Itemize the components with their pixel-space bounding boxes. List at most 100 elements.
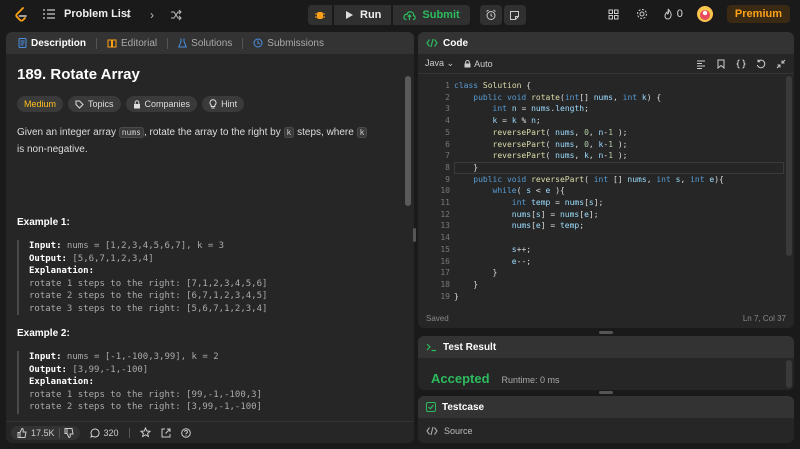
horizontal-resize-handle[interactable] <box>599 391 613 394</box>
lightbulb-icon <box>209 99 217 109</box>
testcase-panel: Testcase Source <box>418 396 794 443</box>
description-footer: 17.5K 320 <box>6 421 414 443</box>
save-status: Saved <box>426 313 449 323</box>
book-icon <box>107 39 117 47</box>
hint-tag[interactable]: Hint <box>202 96 245 112</box>
comment-icon <box>89 427 100 438</box>
notes-button[interactable] <box>503 5 526 25</box>
problem-tags: Medium Topics Companies Hint <box>17 96 245 112</box>
user-avatar[interactable] <box>696 6 713 22</box>
like-dislike-group: 17.5K <box>11 425 80 440</box>
example-1-title: Example 1: <box>17 217 70 228</box>
lock-icon <box>464 59 471 67</box>
terminal-check-icon <box>426 343 436 352</box>
thumbs-up-icon[interactable] <box>17 427 27 438</box>
streak-counter[interactable]: 0 <box>663 8 683 20</box>
like-count: 17.5K <box>31 427 55 438</box>
comments-button[interactable]: 320 <box>89 427 119 438</box>
prev-problem-icon[interactable]: ‹ <box>122 8 134 22</box>
flask-icon <box>178 38 188 48</box>
explanation-line: rotate 3 steps to the right: [5,6,7,1,2,… <box>29 303 268 314</box>
line-numbers: 1 2 3 4 5 6 7 8 9 10 11 12 13 14 15 16 1… <box>440 81 450 301</box>
checkbox-icon <box>426 402 436 412</box>
result-runtime: Runtime: 0 ms <box>501 375 560 385</box>
code-text[interactable]: class Solution { public void rotate(int[… <box>454 80 724 302</box>
layout-grid-icon[interactable] <box>607 7 621 21</box>
testcase-header[interactable]: Testcase <box>418 396 794 418</box>
reset-icon[interactable] <box>756 59 766 69</box>
fire-icon <box>664 8 672 20</box>
lock-icon <box>133 99 140 108</box>
problem-description: Given an integer array nums, rotate the … <box>17 124 377 158</box>
problem-content: 189. Rotate Array Medium Topics Companie… <box>17 66 402 414</box>
editor-scrollbar[interactable] <box>786 76 792 256</box>
source-tab[interactable]: Source <box>426 426 473 436</box>
code-panel-header: Code <box>418 32 794 54</box>
example-2-title: Example 2: <box>17 328 70 339</box>
bug-icon <box>315 12 325 19</box>
code-brackets-icon <box>426 426 438 436</box>
explanation-line: rotate 1 steps to the right: [7,1,2,3,4,… <box>29 278 268 289</box>
star-icon[interactable] <box>139 427 151 438</box>
share-icon[interactable] <box>161 428 171 438</box>
code-brackets-icon <box>426 38 438 48</box>
example-1-block: Input: nums = [1,2,3,4,5,6,7], k = 3 Out… <box>17 240 397 315</box>
format-icon[interactable] <box>696 59 706 69</box>
explanation-line: rotate 1 steps to the right: [99,-1,-100… <box>29 389 262 400</box>
companies-tag[interactable]: Companies <box>125 96 198 112</box>
run-button[interactable]: Run <box>334 5 392 25</box>
tab-solutions[interactable]: Solutions <box>174 38 236 49</box>
language-select[interactable]: Java ⌄ <box>425 58 454 69</box>
description-scrollbar[interactable] <box>405 56 411 442</box>
test-result-body: Accepted Runtime: 0 ms <box>431 371 560 386</box>
settings-gear-icon[interactable] <box>635 7 649 21</box>
leetcode-logo-icon[interactable] <box>14 7 28 23</box>
vertical-resize-handle[interactable] <box>413 228 416 242</box>
explanation-line: rotate 2 steps to the right: [3,99,-1,-1… <box>29 402 262 412</box>
timer-button[interactable] <box>479 5 502 25</box>
topics-tag[interactable]: Topics <box>68 96 121 112</box>
history-icon <box>253 38 263 48</box>
premium-button[interactable]: Premium <box>726 5 790 23</box>
thumbs-down-icon[interactable] <box>64 427 74 438</box>
tab-description[interactable]: Description <box>14 38 90 49</box>
description-tabbar: Description Editorial Solutions Submissi… <box>6 32 414 54</box>
top-nav: Problem List ‹ › Run Submit 0 Premium <box>0 0 800 30</box>
explanation-line: rotate 2 steps to the right: [6,7,1,2,3,… <box>29 291 268 301</box>
problem-list-label: Problem List <box>64 8 131 20</box>
inline-code-k: k <box>356 127 368 138</box>
document-icon <box>18 38 27 48</box>
shuffle-icon[interactable] <box>170 8 182 22</box>
code-editor-panel: Code Java ⌄ Auto 1 2 3 4 5 6 7 8 9 10 11… <box>418 32 794 328</box>
auto-mode-toggle[interactable]: Auto <box>464 59 493 69</box>
tab-divider <box>96 37 98 49</box>
problem-list-link[interactable]: Problem List <box>42 7 131 21</box>
list-icon <box>43 9 55 19</box>
horizontal-resize-handle[interactable] <box>599 331 613 334</box>
inline-code-nums: nums <box>118 127 144 138</box>
next-problem-icon[interactable]: › <box>146 8 158 22</box>
debug-button[interactable] <box>308 5 332 25</box>
scrollbar-thumb[interactable] <box>405 76 411 206</box>
result-status: Accepted <box>431 371 490 386</box>
cloud-upload-icon <box>403 10 417 20</box>
bookmark-icon[interactable] <box>716 59 726 69</box>
note-icon <box>510 10 520 20</box>
alarm-clock-icon <box>485 9 496 20</box>
inline-code-k: k <box>283 127 295 138</box>
submit-button[interactable]: Submit <box>393 5 470 25</box>
collapse-icon[interactable] <box>776 59 786 69</box>
help-icon[interactable] <box>180 427 191 438</box>
tab-divider <box>167 37 169 49</box>
tab-editorial[interactable]: Editorial <box>103 38 161 49</box>
test-result-header[interactable]: Test Result <box>418 336 794 358</box>
comment-count: 320 <box>103 427 119 438</box>
tab-divider <box>242 37 244 49</box>
tab-submissions[interactable]: Submissions <box>249 38 328 49</box>
difficulty-badge[interactable]: Medium <box>17 96 64 112</box>
result-scrollbar[interactable] <box>786 360 792 388</box>
example-2-block: Input: nums = [-1,-100,3,99], k = 2 Outp… <box>17 351 397 414</box>
chevron-down-icon: ⌄ <box>446 58 455 68</box>
braces-icon[interactable] <box>736 59 746 69</box>
editor-status-bar: Saved Ln 7, Col 37 <box>418 308 794 328</box>
